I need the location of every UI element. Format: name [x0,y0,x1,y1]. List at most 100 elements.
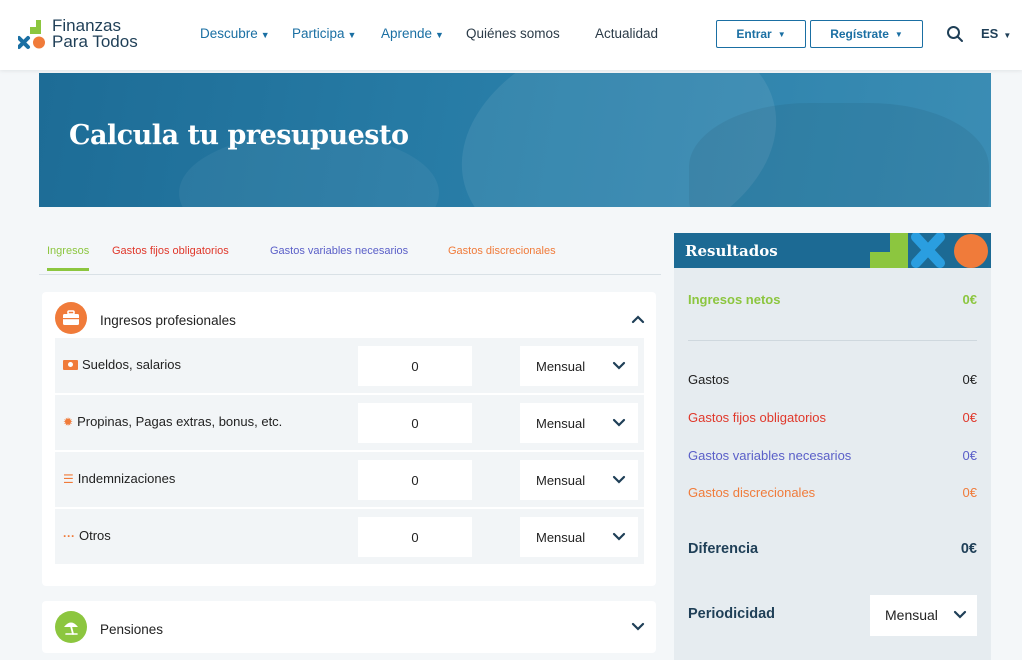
caret-down-icon: ▼ [777,29,786,39]
chevron-up-icon[interactable] [631,312,645,326]
row-label: Sueldos, salarios [63,357,181,372]
amount-input[interactable] [358,403,472,443]
site-logo[interactable]: Finanzas Para Todos [18,16,148,56]
logo-icon [18,20,45,49]
result-label: Gastos fijos obligatorios [688,410,827,425]
result-value: 0€ [962,485,977,500]
register-button[interactable]: Regístrate ▼ [810,20,923,48]
page-title: Calcula tu presupuesto [69,120,409,151]
chevron-down-icon [612,418,626,427]
site-header: Finanzas Para Todos Descubre ▼ Participa ▼… [0,0,1022,70]
login-label: Entrar [736,27,772,41]
tab-gastos-fijos[interactable]: Gastos fijos obligatorios [112,245,229,257]
period-select[interactable]: Mensual [520,460,638,500]
result-label: Gastos variables necesarios [688,448,852,463]
result-value: 0€ [962,448,977,463]
row-label-text: Indemnizaciones [77,471,176,486]
nav-item-descubre[interactable]: Descubre ▼ [200,26,270,41]
logo-text: Finanzas Para Todos [52,17,138,51]
result-value: 0€ [960,541,977,557]
caret-down-icon: ▼ [260,30,270,40]
result-label: Gastos [688,372,730,387]
nav-item-aprende[interactable]: Aprende ▼ [381,26,444,41]
row-label-text: Sueldos, salarios [82,357,181,372]
language-label: ES [981,26,999,41]
tab-gastos-discrecionales[interactable]: Gastos discrecionales [448,245,556,257]
results-title: Resultados [685,242,778,260]
result-value: 0€ [962,292,977,307]
register-label: Regístrate [830,27,889,41]
result-ingresos-netos: Ingresos netos 0€ [688,292,977,307]
search-icon[interactable] [946,25,964,43]
amount-input[interactable] [358,517,472,557]
income-row-otros: ··· Otros Mensual [55,509,644,564]
nav-label: Quiénes somos [466,26,560,41]
chevron-down-icon [612,361,626,370]
nav-item-actualidad[interactable]: Actualidad [595,26,658,41]
income-row-sueldos: Sueldos, salarios Mensual [55,338,644,393]
caret-down-icon: ▼ [435,30,444,40]
amount-input[interactable] [358,460,472,500]
amount-input[interactable] [358,346,472,386]
nav-label: Aprende [381,26,433,41]
nav-item-quienes-somos[interactable]: Quiénes somos [466,26,560,41]
row-label: ✹ Propinas, Pagas extras, bonus, etc. [63,414,282,429]
badge-icon: ✹ [63,415,74,429]
nav-label: Actualidad [595,26,659,41]
result-gastos-variables: Gastos variables necesarios 0€ [688,448,977,463]
briefcase-icon [55,302,87,334]
chevron-down-icon [953,610,967,619]
result-value: 0€ [962,372,977,387]
result-label: Gastos discrecionales [688,485,816,500]
divider [688,340,977,341]
result-gastos-fijos: Gastos fijos obligatorios 0€ [688,410,977,425]
hero-banner: Calcula tu presupuesto [39,73,991,207]
row-label-text: Propinas, Pagas extras, bonus, etc. [77,414,283,429]
caret-down-icon: ▼ [1003,31,1012,40]
umbrella-icon [55,611,87,643]
chevron-down-icon[interactable] [631,620,645,634]
coins-icon: ☰ [63,472,74,486]
income-row-propinas: ✹Propinas, Pagas extras, bonus, etc. Men… [55,395,644,450]
caret-down-icon: ▼ [894,29,903,39]
period-select[interactable]: Mensual [520,346,638,386]
login-button[interactable]: Entrar ▼ [716,20,806,48]
result-label: Ingresos netos [688,292,781,307]
tab-gastos-variables[interactable]: Gastos variables necesarios [270,245,408,257]
result-gastos: Gastos 0€ [688,372,977,387]
result-label: Diferencia [688,541,759,557]
section-title: Pensiones [100,622,164,637]
chevron-down-icon [612,475,626,484]
hero-decoration [689,103,989,207]
caret-down-icon: ▼ [347,30,357,40]
cash-icon [63,360,78,370]
dots-icon: ··· [63,529,75,543]
nav-label: Participa [292,26,345,41]
result-value: 0€ [962,410,977,425]
results-panel: Resultados Ingresos netos 0€ Gastos 0€ G… [674,233,991,660]
row-label-text: Otros [79,528,111,543]
chevron-down-icon [612,532,626,541]
period-value: Mensual [536,359,586,374]
results-header: Resultados [674,233,991,268]
row-label: ☰ Indemnizaciones [63,471,175,486]
periodicidad-select[interactable]: Mensual [870,595,977,636]
language-selector[interactable]: ES ▼ [981,26,1011,41]
section-title: Ingresos profesionales [100,313,236,328]
income-row-indemnizaciones: ☰Indemnizaciones Mensual [55,452,644,507]
budget-tabs: Ingresos Gastos fijos obligatorios Gasto… [39,233,661,275]
result-gastos-discrecionales: Gastos discrecionales 0€ [688,485,977,500]
period-select[interactable]: Mensual [520,517,638,557]
period-value: Mensual [536,416,586,431]
result-diferencia: Diferencia 0€ [688,541,977,557]
nav-item-participa[interactable]: Participa ▼ [292,26,356,41]
tab-ingresos[interactable]: Ingresos [47,245,90,271]
brand-decoration-icon [870,233,988,268]
nav-label: Descubre [200,26,258,41]
periodicidad-value: Mensual [885,607,938,623]
logo-line2: Para Todos [52,32,138,51]
period-select[interactable]: Mensual [520,403,638,443]
row-label: ··· Otros [63,528,111,543]
period-value: Mensual [536,530,586,545]
period-value: Mensual [536,473,586,488]
